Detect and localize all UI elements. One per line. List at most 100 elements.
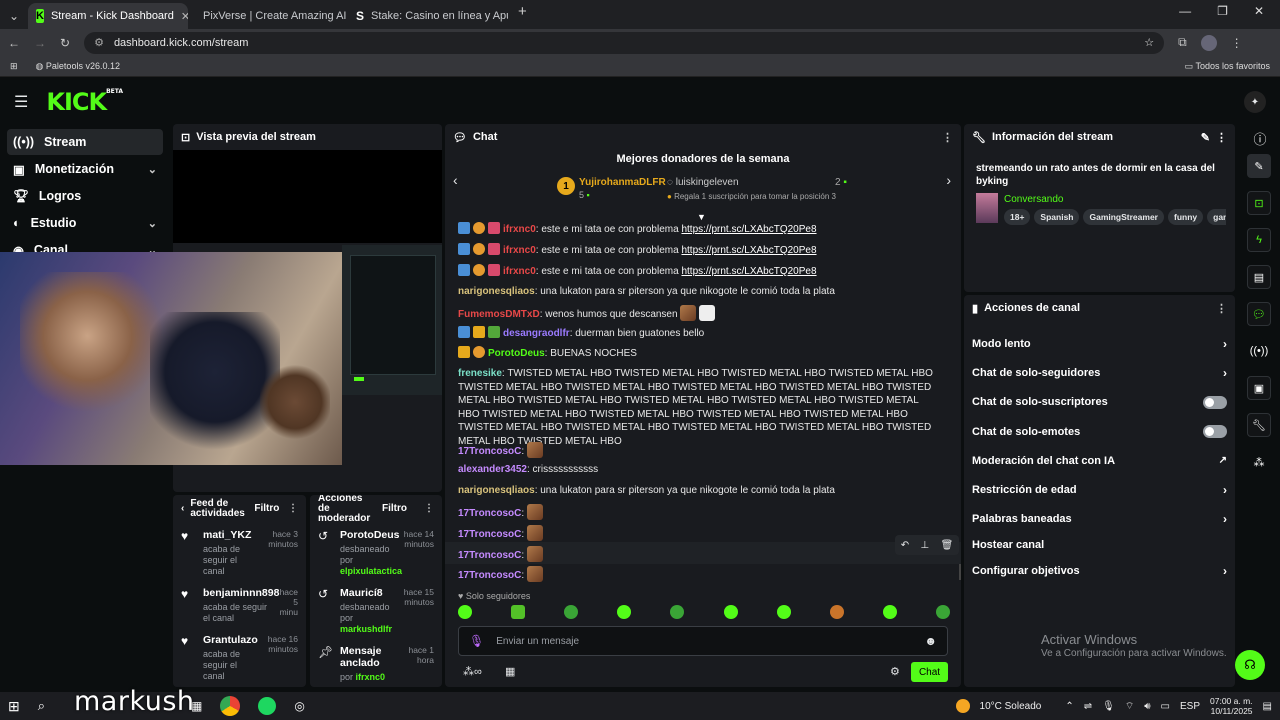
tab-search-icon[interactable]: ⌄ bbox=[0, 3, 28, 29]
microphone-icon[interactable]: 🎙︎ bbox=[469, 634, 484, 648]
tag[interactable]: funny bbox=[1167, 209, 1204, 225]
volume-icon[interactable]: 🔊︎ bbox=[1144, 701, 1150, 712]
windows-start-icon[interactable]: ⊞ bbox=[8, 698, 20, 715]
mic-icon[interactable]: 🎙︎ bbox=[1102, 701, 1115, 712]
tab-pixverse[interactable]: PixVerse | Create Amazing AI Vi ✕ bbox=[188, 3, 348, 29]
chat-link[interactable]: https://prnt.sc/LXAbcTQ20Pe8 bbox=[681, 224, 816, 235]
back-icon[interactable]: ← bbox=[8, 36, 20, 50]
user-name[interactable]: Mauricí8 bbox=[340, 587, 394, 599]
user-name[interactable]: Mensaje anclado bbox=[340, 645, 394, 669]
donor-name[interactable]: luiskingeleven bbox=[676, 177, 739, 188]
moderator-name[interactable]: markushdlfr bbox=[340, 624, 394, 635]
emote-icon[interactable] bbox=[723, 605, 738, 619]
close-window-icon[interactable]: ✕ bbox=[1254, 4, 1264, 18]
next-arrow-icon[interactable]: › bbox=[946, 172, 951, 188]
nav-logros[interactable]: 🏆︎ Logros bbox=[7, 183, 163, 209]
more-options-icon[interactable]: ⋮ bbox=[942, 131, 953, 144]
profile-avatar[interactable] bbox=[1200, 34, 1217, 51]
send-chat-button[interactable]: Chat bbox=[911, 662, 948, 682]
moderator-name[interactable]: elpixulatactica bbox=[340, 566, 402, 577]
language-indicator[interactable]: ESP bbox=[1180, 701, 1200, 712]
usb-icon[interactable]: ⇌ bbox=[1084, 701, 1092, 712]
emotes-only-toggle[interactable] bbox=[1203, 425, 1227, 439]
chat-username[interactable]: PorotoDeus bbox=[488, 348, 545, 359]
chat-username[interactable]: narigonesqliaos bbox=[458, 485, 535, 496]
new-tab-button[interactable]: + bbox=[508, 3, 537, 26]
follower-name[interactable]: benjaminnn898 bbox=[203, 587, 279, 599]
tag[interactable]: Spanish bbox=[1034, 209, 1080, 225]
filter-button[interactable]: Filtro bbox=[382, 504, 407, 514]
chat-icon[interactable]: 💬︎ bbox=[1247, 302, 1271, 326]
category-name[interactable]: Conversando bbox=[1004, 194, 1063, 205]
restore-icon[interactable]: ❐ bbox=[1217, 4, 1228, 18]
browser-menu-icon[interactable]: ⋮ bbox=[1231, 36, 1243, 50]
action-host-channel[interactable]: Hostear canal bbox=[964, 534, 1235, 556]
settings-icon[interactable]: ⚙ bbox=[890, 665, 900, 678]
chat-username[interactable]: 17TroncosoC bbox=[458, 508, 521, 519]
emote-icon[interactable] bbox=[882, 605, 897, 619]
emote-icon[interactable] bbox=[617, 605, 632, 619]
site-info-icon[interactable]: ⚙ bbox=[94, 36, 104, 49]
edit-icon[interactable]: ✎ bbox=[1247, 154, 1271, 178]
tab-stake[interactable]: S Stake: Casino en línea y Apuest ✕ bbox=[348, 3, 508, 29]
tag[interactable]: 18+ bbox=[1004, 209, 1031, 225]
emote-icon[interactable] bbox=[829, 605, 844, 619]
follower-name[interactable]: Grantulazo bbox=[203, 634, 258, 646]
action-slow-mode[interactable]: Modo lento › bbox=[964, 329, 1235, 358]
clip-icon[interactable]: ⊡ bbox=[1247, 191, 1271, 215]
filter-button[interactable]: Filtro bbox=[254, 504, 279, 514]
moderator-name[interactable]: ifrxnc0 bbox=[356, 672, 386, 682]
emote-icon[interactable] bbox=[776, 605, 791, 619]
reload-icon[interactable]: ↻ bbox=[60, 36, 70, 50]
donor-name[interactable]: YujirohanmaDLFR bbox=[579, 177, 666, 188]
chat-username[interactable]: FumemosDMTxD bbox=[458, 309, 540, 320]
minimize-icon[interactable]: — bbox=[1179, 4, 1191, 18]
support-button[interactable]: ☊ bbox=[1235, 650, 1265, 680]
collapse-icon[interactable]: ‹ bbox=[181, 504, 184, 514]
clock-date[interactable]: 10/11/2025 bbox=[1211, 706, 1253, 716]
more-options-icon[interactable]: ⋮ bbox=[1216, 131, 1227, 144]
chat-username[interactable]: 17TroncosoC bbox=[458, 570, 521, 581]
obs-app-icon[interactable]: ◎ bbox=[294, 699, 304, 713]
emote-icon[interactable] bbox=[458, 605, 472, 619]
store-icon[interactable]: ▦ bbox=[505, 665, 515, 678]
tools-icon[interactable]: 🔧︎ bbox=[1247, 413, 1271, 437]
action-ai-moderation[interactable]: Moderación del chat con IA ↗ bbox=[964, 446, 1235, 475]
emoji-icon[interactable]: ☻ bbox=[924, 634, 937, 648]
prev-arrow-icon[interactable]: ‹ bbox=[453, 172, 458, 188]
pin-icon[interactable]: ⊥ bbox=[920, 540, 929, 551]
bolt-icon[interactable]: ϟ bbox=[1247, 228, 1271, 252]
subscribers-only-toggle[interactable] bbox=[1203, 395, 1227, 409]
chat-username[interactable]: ifrxnc0 bbox=[503, 245, 536, 256]
chat-username[interactable]: narigonesqliaos bbox=[458, 286, 535, 297]
points-icon[interactable]: ⁂∞ bbox=[463, 665, 482, 678]
search-icon[interactable]: ⌕ bbox=[38, 698, 45, 714]
spotify-app-icon[interactable] bbox=[258, 697, 277, 715]
follower-name[interactable]: mati_YKZ bbox=[203, 529, 258, 541]
more-options-icon[interactable]: ⋮ bbox=[288, 504, 298, 514]
notifications-icon[interactable]: ▤ bbox=[1263, 701, 1272, 712]
share-icon[interactable]: ⁂ bbox=[1247, 450, 1271, 474]
emote-icon[interactable] bbox=[564, 605, 579, 619]
action-banned-words[interactable]: Palabras baneadas › bbox=[964, 505, 1235, 534]
emote-icon[interactable] bbox=[935, 605, 950, 619]
save-icon[interactable]: ▣ bbox=[1247, 376, 1271, 400]
reply-icon[interactable]: ↶ bbox=[901, 540, 909, 551]
chat-username[interactable]: ifrxnc0 bbox=[503, 266, 536, 277]
clipboard-icon[interactable]: ▤ bbox=[1247, 265, 1271, 289]
close-tab-icon[interactable]: ✕ bbox=[181, 10, 188, 23]
tag[interactable]: GamingStreamer bbox=[1083, 209, 1164, 225]
emote-icon[interactable] bbox=[670, 605, 685, 619]
chevron-up-icon[interactable]: ⌃ bbox=[1065, 701, 1073, 712]
all-favorites[interactable]: ▭ Todos los favoritos bbox=[1185, 61, 1270, 72]
nav-estudio[interactable]: ◐ Estudio ⌄ bbox=[7, 210, 163, 236]
chat-username[interactable]: ifrxnc0 bbox=[503, 224, 536, 235]
user-avatar[interactable]: ✦ bbox=[1244, 91, 1266, 113]
broadcast-icon[interactable]: ((•)) bbox=[1247, 339, 1271, 363]
wifi-icon[interactable]: ⌔ bbox=[1125, 700, 1134, 713]
chat-link[interactable]: https://prnt.sc/LXAbcTQ20Pe8 bbox=[681, 266, 816, 277]
info-icon[interactable]: ⓘ bbox=[1240, 124, 1280, 154]
chat-username[interactable]: frenesike bbox=[458, 368, 502, 379]
url-field[interactable]: ⚙ dashboard.kick.com/stream ☆ bbox=[84, 31, 1165, 54]
chrome-app-icon[interactable] bbox=[220, 696, 241, 716]
